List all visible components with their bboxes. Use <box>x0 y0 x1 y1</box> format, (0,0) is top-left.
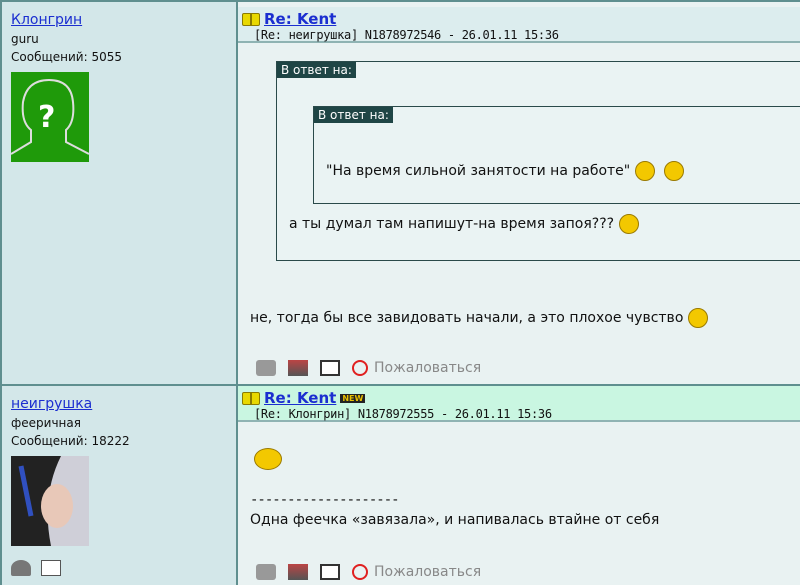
post-header: Re: Kent [Re: неигрушка] N1878972546 - 2… <box>238 7 800 43</box>
post-title-link[interactable]: Re: Kent <box>264 10 336 28</box>
quote-label: В ответ на: <box>314 107 393 123</box>
report-link[interactable]: Пожаловаться <box>374 360 481 376</box>
outer-quote-text: а ты думал там напишут-на время запоя??? <box>289 216 615 232</box>
print-icon[interactable] <box>256 564 276 580</box>
report-link[interactable]: Пожаловаться <box>374 564 481 580</box>
report-icon[interactable] <box>352 360 368 376</box>
forward-icon[interactable] <box>320 564 340 580</box>
post-body: Одна феечка «завязала», и напивалась вта… <box>250 512 660 528</box>
author-link[interactable]: Клонгрин <box>11 12 82 28</box>
forward-icon[interactable] <box>320 360 340 376</box>
vote-hand-icon[interactable] <box>288 564 308 580</box>
quote-label: В ответ на: <box>277 62 356 78</box>
post-body: не, тогда бы все завидовать начали, а эт… <box>250 310 684 326</box>
mail-icon[interactable] <box>41 560 61 576</box>
post-2: неигрушка фееричная Сообщений: 18222 Re:… <box>0 384 800 585</box>
post-actions: Пожаловаться <box>256 564 481 580</box>
print-icon[interactable] <box>256 360 276 376</box>
avatar: ? <box>10 72 90 162</box>
post-header: Re: Kent NEW [Re: Клонгрин] N1878972555 -… <box>238 386 800 422</box>
vote-hand-icon[interactable] <box>288 360 308 376</box>
quote-inner: В ответ на: "На время сильной занятости … <box>313 106 800 204</box>
post-title-link[interactable]: Re: Kent <box>264 389 336 407</box>
author-link[interactable]: неигрушка <box>11 396 92 412</box>
post-actions: Пожаловаться <box>256 360 481 376</box>
separator: -------------------- <box>250 492 400 508</box>
smiley-icon <box>687 308 708 328</box>
svg-text:?: ? <box>38 100 55 135</box>
avatar <box>11 456 89 546</box>
author-panel: Клонгрин guru Сообщений: 5055 ? <box>0 2 238 384</box>
quote-outer: В ответ на: В ответ на: "На время сильно… <box>276 61 800 261</box>
book-icon <box>242 12 260 26</box>
post-meta: [Re: Клонгрин] N1878972555 - 26.01.11 15… <box>254 407 552 421</box>
smiley-icon <box>663 161 684 181</box>
author-rank: guru <box>11 32 39 46</box>
pointing-smiley-icon <box>254 448 282 470</box>
inner-quote-text: "На время сильной занятости на работе" <box>326 163 631 179</box>
message-count: Сообщений: 5055 <box>11 50 122 64</box>
book-icon <box>242 391 260 405</box>
user-remove-icon[interactable] <box>11 560 31 576</box>
post-1: Клонгрин guru Сообщений: 5055 ? Re: Kent… <box>0 0 800 384</box>
report-icon[interactable] <box>352 564 368 580</box>
grin-icon <box>618 214 639 234</box>
author-panel: неигрушка фееричная Сообщений: 18222 <box>0 386 238 585</box>
new-badge: NEW <box>340 393 366 403</box>
message-count: Сообщений: 18222 <box>11 434 130 448</box>
author-rank: фееричная <box>11 416 81 430</box>
post-meta: [Re: неигрушка] N1878972546 - 26.01.11 1… <box>254 28 559 42</box>
smiley-icon <box>634 161 655 181</box>
